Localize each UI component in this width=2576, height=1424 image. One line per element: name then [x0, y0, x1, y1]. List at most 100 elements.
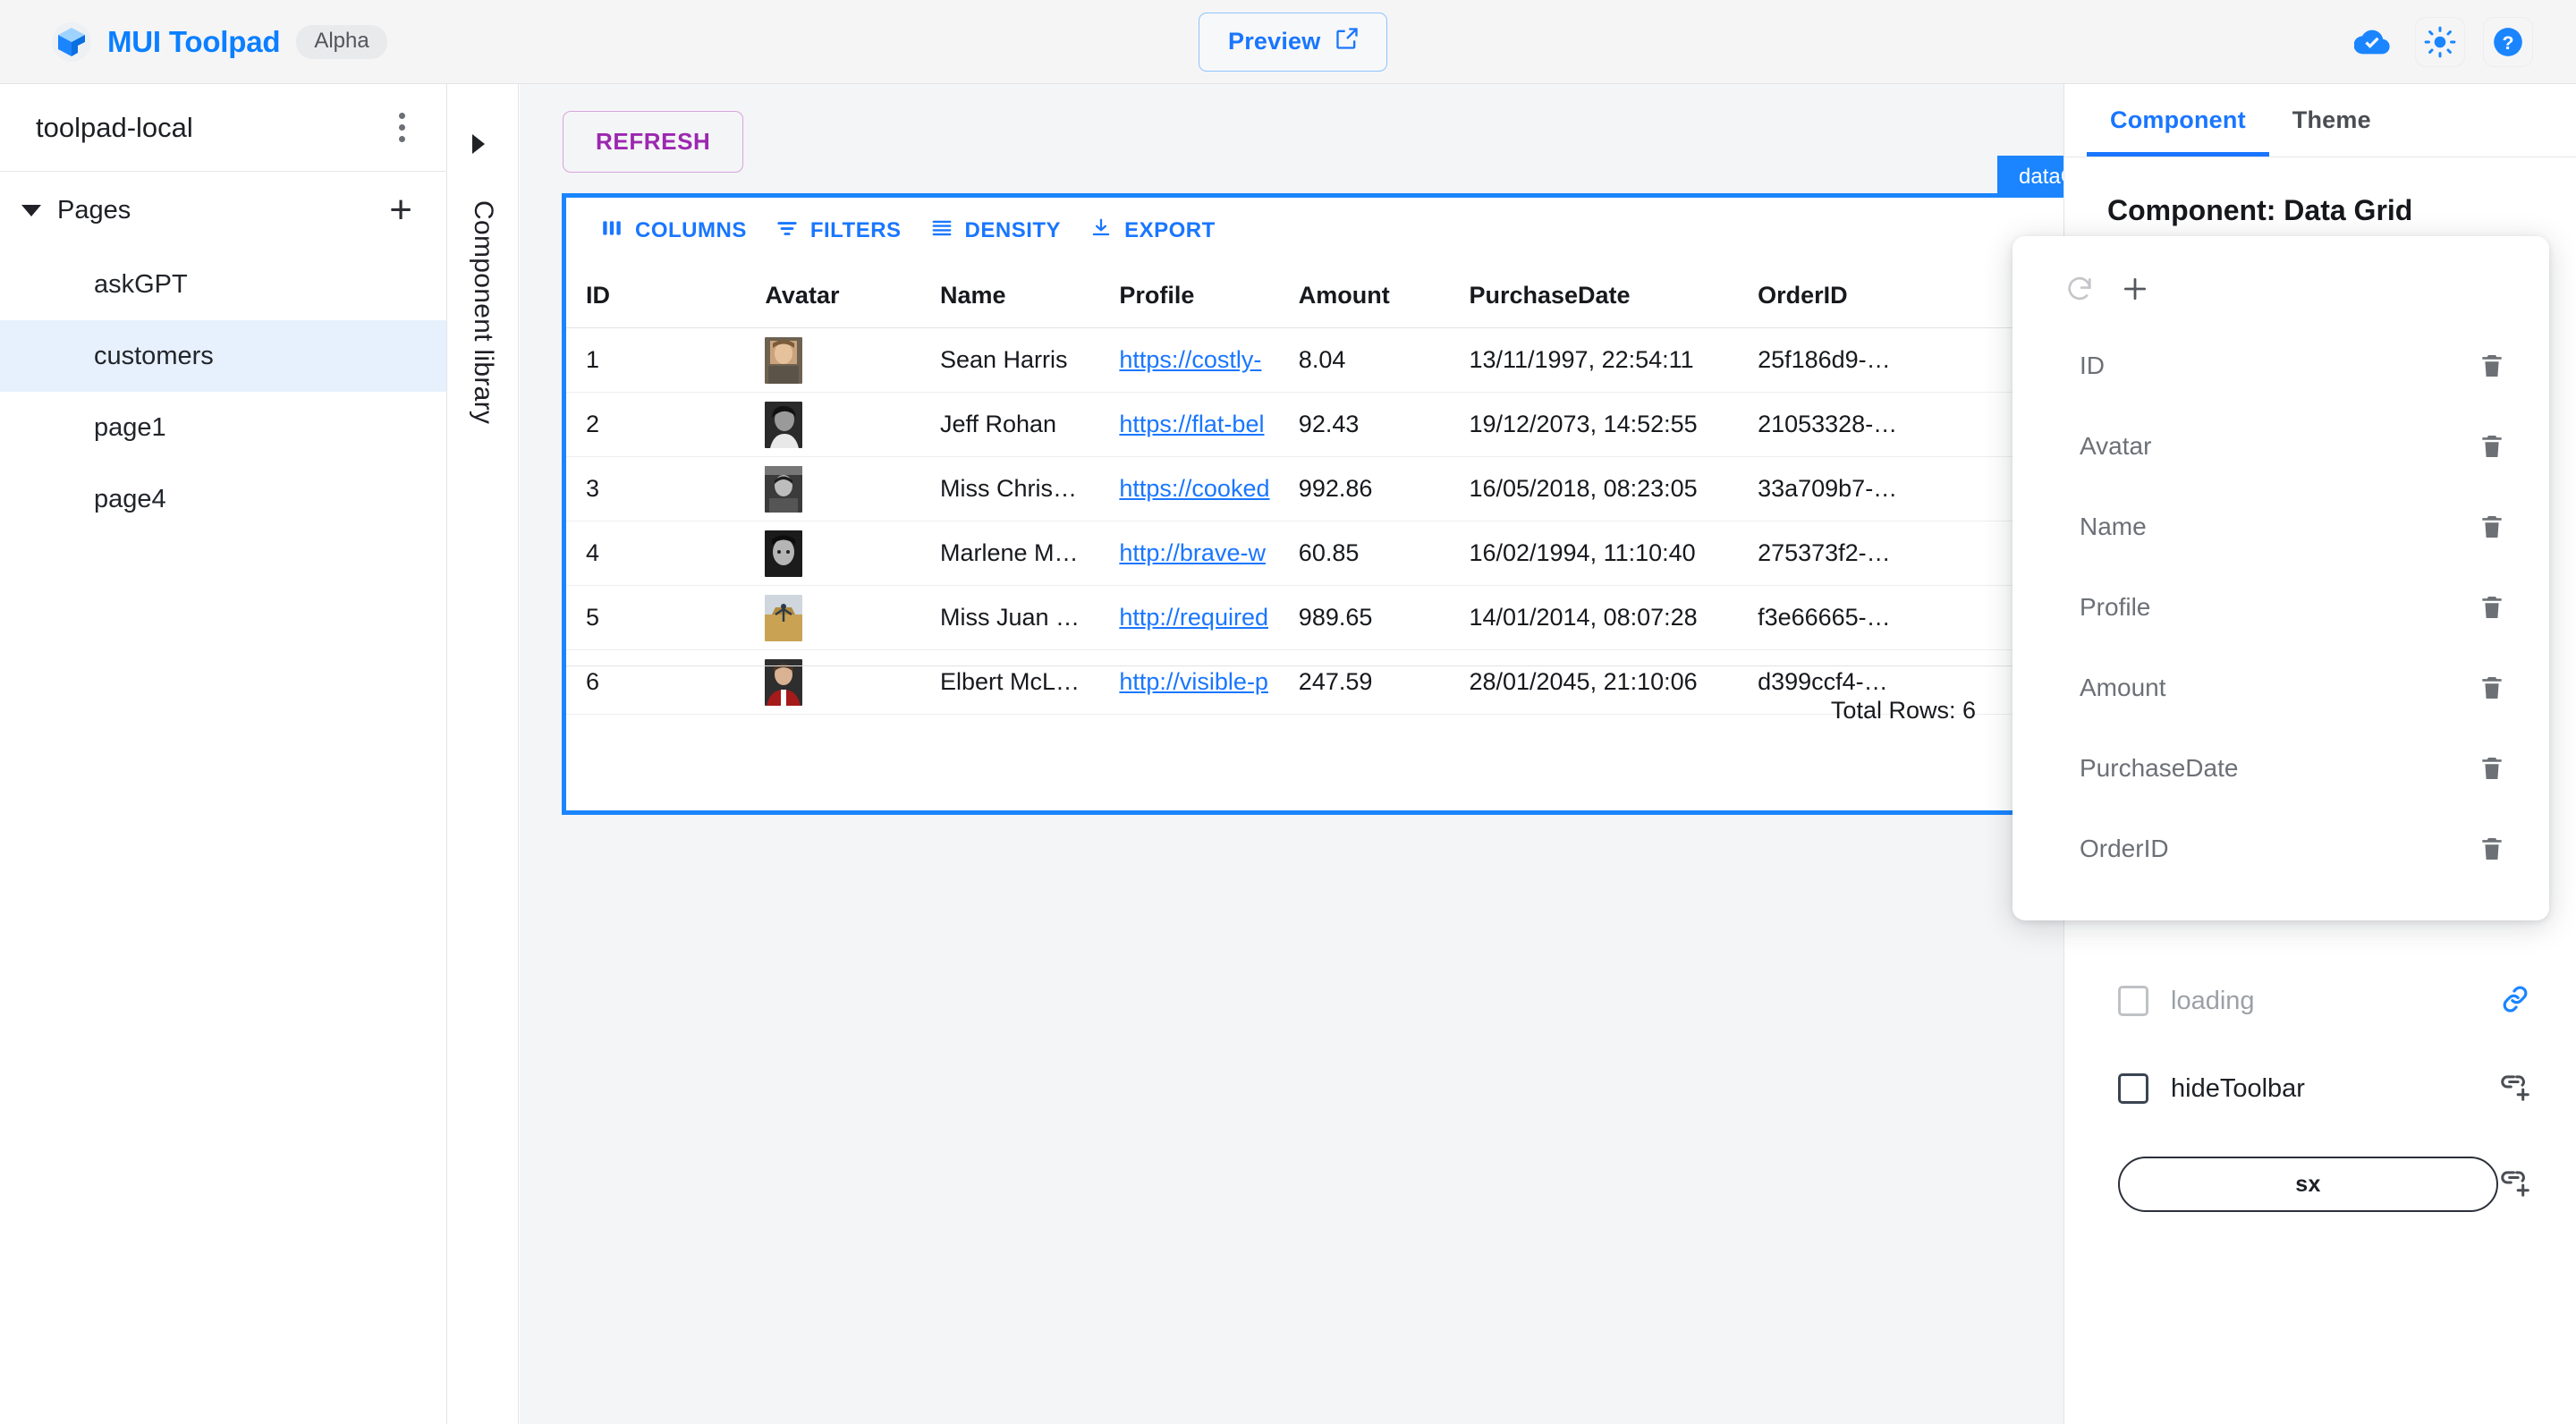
delete-icon[interactable] [2478, 513, 2506, 541]
sidebar-item-label: customers [94, 342, 214, 371]
prop-left: loading [2118, 986, 2255, 1016]
sidebar-item-label: page4 [94, 485, 166, 514]
refresh-button[interactable]: REFRESH [563, 111, 743, 173]
delete-icon[interactable] [2478, 352, 2506, 380]
profile-link[interactable]: https://flat-bel [1119, 411, 1264, 437]
export-button[interactable]: EXPORT [1075, 208, 1230, 255]
loading-checkbox[interactable] [2118, 986, 2148, 1016]
list-item[interactable]: PurchaseDate [2012, 728, 2549, 809]
profile-link[interactable]: http://required [1119, 604, 1268, 631]
density-icon [930, 216, 953, 246]
list-item[interactable]: Amount [2012, 648, 2549, 728]
add-icon[interactable] [2114, 268, 2156, 309]
cell-name: Sean Harris [940, 346, 1119, 374]
list-item[interactable]: Profile [2012, 567, 2549, 648]
cell-profile[interactable]: http://required [1119, 604, 1298, 631]
table-row[interactable]: 3 Miss Chris… https://cooked 992.86 16/0… [566, 457, 2072, 521]
sidebar-item-label: askGPT [94, 270, 188, 300]
profile-link[interactable]: https://costly- [1119, 346, 1261, 373]
sx-button[interactable]: sx [2118, 1157, 2498, 1212]
help-icon[interactable]: ? [2483, 17, 2533, 67]
link-icon[interactable] [2498, 982, 2532, 1021]
sidebar-item-page4[interactable]: page4 [0, 463, 446, 535]
tab-component[interactable]: Component [2087, 84, 2269, 157]
tab-label: Component [2110, 106, 2246, 134]
add-link-icon[interactable] [2498, 1070, 2532, 1108]
delete-icon[interactable] [2478, 754, 2506, 783]
profile-link[interactable]: https://cooked [1119, 475, 1269, 502]
columns-editor-popover: ID Avatar Name Profile [2012, 236, 2549, 920]
column-name: Name [2080, 513, 2147, 541]
cloud-done-icon[interactable] [2347, 17, 2397, 67]
cell-profile[interactable]: https://flat-bel [1119, 411, 1298, 438]
add-page-button[interactable]: + [389, 199, 412, 222]
cell-profile[interactable]: https://cooked [1119, 475, 1298, 503]
list-item[interactable]: Name [2012, 487, 2549, 567]
column-header-id[interactable]: ID [586, 282, 765, 309]
tab-theme[interactable]: Theme [2269, 84, 2394, 157]
delete-icon[interactable] [2478, 674, 2506, 702]
refresh-icon[interactable] [2059, 268, 2100, 309]
table-row[interactable]: 1 Sean Harris https://costly- 8.04 13/11… [566, 328, 2072, 393]
cell-avatar [765, 337, 940, 384]
chevron-right-icon[interactable] [472, 134, 485, 154]
sidebar-item-page1[interactable]: page1 [0, 392, 446, 463]
cell-name: Miss Juan … [940, 604, 1119, 631]
table-row[interactable]: 2 Jeff Rohan https://flat-bel 92.43 19/1… [566, 393, 2072, 457]
cell-avatar [765, 595, 940, 641]
avatar [765, 337, 802, 384]
cell-avatar [765, 402, 940, 448]
light-mode-icon[interactable] [2415, 17, 2465, 67]
column-header-name[interactable]: Name [940, 282, 1119, 309]
profile-link[interactable]: http://brave-w [1119, 539, 1266, 566]
column-header-purchasedate[interactable]: PurchaseDate [1469, 282, 1758, 309]
table-row[interactable]: 5 Miss Juan … http://required 989.65 14/… [566, 586, 2072, 650]
list-item[interactable]: Avatar [2012, 406, 2549, 487]
table-row[interactable]: 4 Marlene M… http://brave-w 60.85 16/02/… [566, 521, 2072, 586]
density-button[interactable]: DENSITY [916, 208, 1076, 255]
export-icon [1089, 216, 1113, 246]
project-name: toolpad-local [36, 112, 193, 144]
add-link-icon[interactable] [2498, 1165, 2532, 1204]
cell-profile[interactable]: http://brave-w [1119, 539, 1298, 567]
left-sidebar: toolpad-local Pages + askGPT customers p… [0, 84, 447, 1424]
cell-id: 1 [586, 346, 765, 374]
delete-icon[interactable] [2478, 835, 2506, 863]
sidebar-item-label: page1 [94, 413, 166, 443]
component-library-rail[interactable]: Component library [447, 84, 519, 1424]
list-item[interactable]: OrderID [2012, 809, 2549, 889]
hidetoolbar-checkbox[interactable] [2118, 1073, 2148, 1104]
delete-icon[interactable] [2478, 432, 2506, 461]
cell-id: 4 [586, 539, 765, 567]
export-button-label: EXPORT [1124, 218, 1216, 243]
sidebar-item-askgpt[interactable]: askGPT [0, 249, 446, 320]
column-header-profile[interactable]: Profile [1119, 282, 1298, 309]
chevron-down-icon[interactable] [21, 205, 41, 216]
prop-row-sx: sx [2087, 1149, 2555, 1220]
columns-icon [600, 216, 623, 246]
cell-purchasedate: 13/11/1997, 22:54:11 [1469, 346, 1758, 374]
preview-button-label: Preview [1228, 28, 1320, 55]
cell-id: 2 [586, 411, 765, 438]
topbar-actions: ? [2347, 17, 2533, 67]
alpha-badge: Alpha [296, 25, 386, 59]
sidebar-header: toolpad-local [0, 84, 446, 172]
list-item[interactable]: ID [2012, 326, 2549, 406]
cell-amount: 8.04 [1299, 346, 1470, 374]
cell-avatar [765, 466, 940, 513]
sidebar-item-customers[interactable]: customers [0, 320, 446, 392]
app-title: MUI Toolpad [107, 25, 280, 59]
cell-profile[interactable]: https://costly- [1119, 346, 1298, 374]
data-grid-component[interactable]: dataGrid [562, 193, 2077, 815]
filters-button[interactable]: FILTERS [761, 208, 916, 255]
column-header-avatar[interactable]: Avatar [765, 282, 940, 309]
columns-button[interactable]: COLUMNS [586, 208, 761, 255]
column-header-amount[interactable]: Amount [1299, 282, 1470, 309]
cell-avatar [765, 530, 940, 577]
more-options-icon[interactable] [392, 106, 412, 149]
preview-button[interactable]: Preview [1199, 13, 1387, 72]
open-in-new-icon [1335, 26, 1360, 57]
cell-amount: 989.65 [1299, 604, 1470, 631]
filter-icon [775, 216, 799, 246]
delete-icon[interactable] [2478, 593, 2506, 622]
